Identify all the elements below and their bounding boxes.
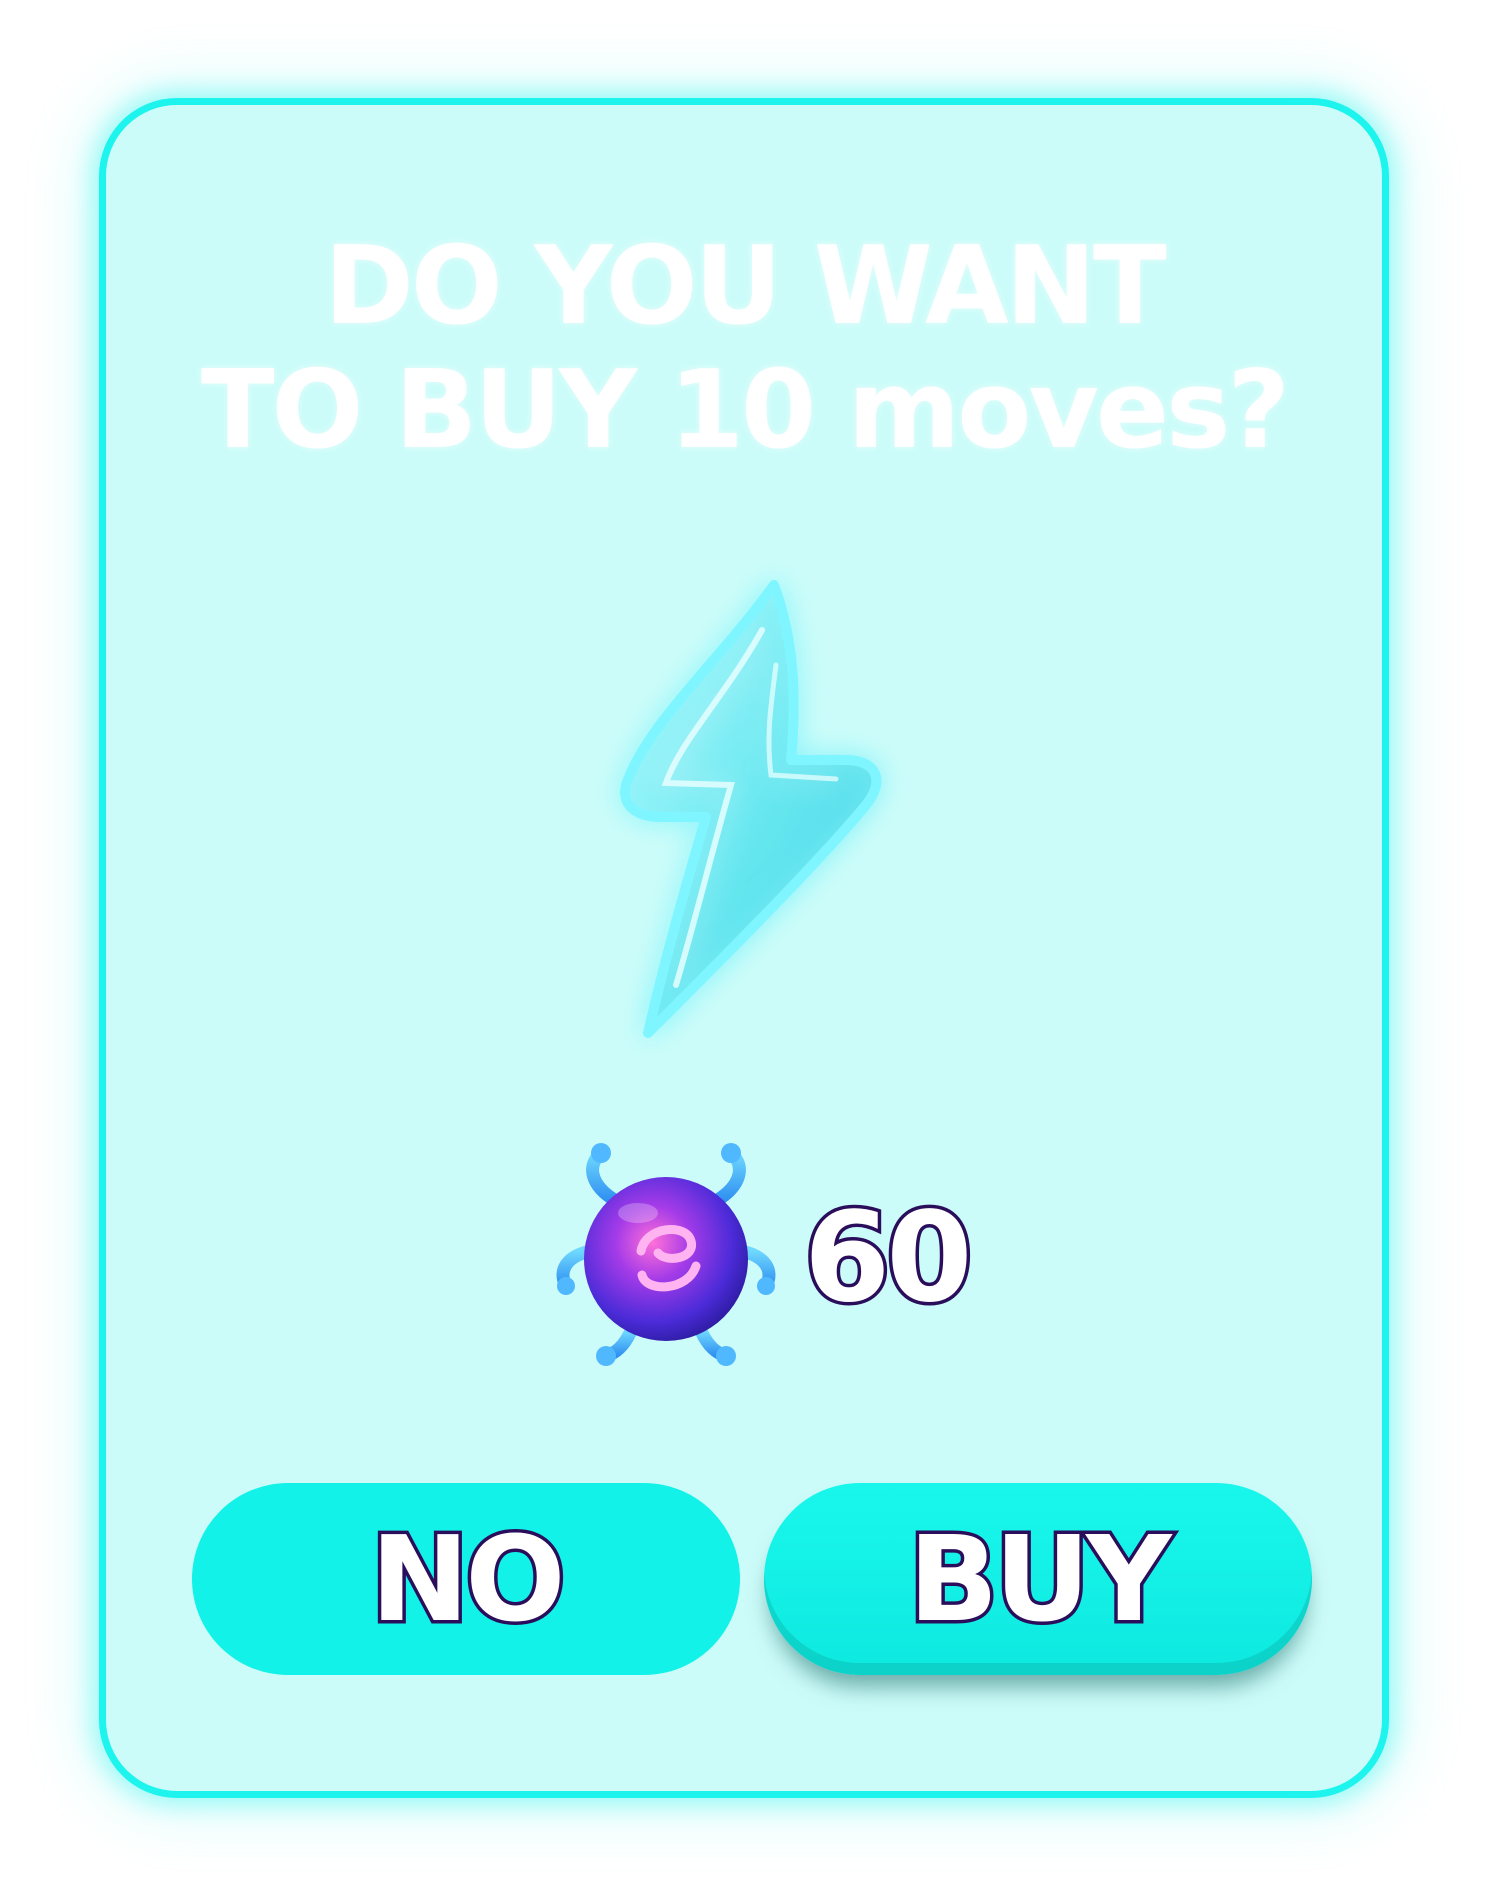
lightning-bolt-icon: [620, 580, 882, 1038]
buy-button[interactable]: BUY: [764, 1483, 1312, 1675]
title-line-1: DO YOU WANT: [324, 224, 1166, 349]
dialog-title: DO YOU WANT TO BUY 10 moves?: [106, 225, 1382, 473]
item-preview: [106, 555, 1382, 1075]
price-amount: 60: [801, 1183, 977, 1334]
screen: DO YOU WANT TO BUY 10 moves? 60 NO BUY: [0, 0, 1488, 1896]
purple-gem-creature-icon: [556, 1143, 776, 1366]
title-line-2: TO BUY 10 moves?: [200, 348, 1290, 473]
purchase-dialog: DO YOU WANT TO BUY 10 moves? 60 NO BUY: [99, 98, 1389, 1798]
no-button[interactable]: NO: [192, 1483, 740, 1675]
price-display: 60: [546, 1141, 986, 1371]
